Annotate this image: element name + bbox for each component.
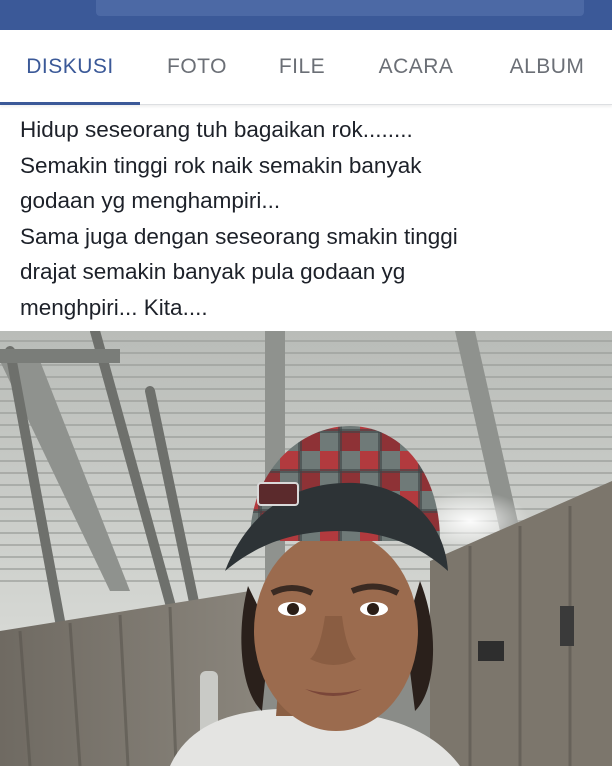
post-line: Sama juga dengan seseorang smakin tinggi bbox=[20, 223, 458, 249]
search-bar[interactable] bbox=[96, 0, 584, 16]
post-line: menghpiri... Kita.... bbox=[20, 294, 208, 320]
tab-diskusi[interactable]: DISKUSI bbox=[0, 30, 140, 105]
tab-acara[interactable]: ACARA bbox=[350, 30, 482, 104]
tab-album-label: ALBUM bbox=[509, 55, 585, 78]
post-line: Semakin tinggi rok naik semakin banyak bbox=[20, 152, 422, 178]
post-photo[interactable] bbox=[0, 331, 612, 766]
group-tab-bar: DISKUSI FOTO FILE ACARA ALBUM bbox=[0, 30, 612, 105]
app-bar bbox=[0, 0, 612, 30]
group-page: DISKUSI FOTO FILE ACARA ALBUM Hidup sese… bbox=[0, 0, 612, 766]
post-line: drajat semakin banyak pula godaan yg bbox=[20, 259, 406, 284]
tab-file-label: FILE bbox=[278, 55, 326, 78]
selfie-photo-illustration bbox=[0, 331, 612, 766]
tab-foto[interactable]: FOTO bbox=[140, 30, 254, 104]
tab-foto-label: FOTO bbox=[167, 55, 227, 78]
post-body-text: Hidup seseorang tuh bagaikan rok........… bbox=[20, 112, 600, 325]
active-tab-indicator bbox=[0, 102, 140, 105]
tab-file[interactable]: FILE bbox=[254, 30, 350, 104]
tab-diskusi-label: DISKUSI bbox=[26, 55, 114, 78]
tab-album[interactable]: ALBUM bbox=[482, 30, 612, 104]
tab-acara-label: ACARA bbox=[378, 55, 454, 78]
post-line: Hidup seseorang tuh bagaikan rok........ bbox=[20, 117, 413, 142]
post-line: godaan yg menghampiri... bbox=[20, 188, 281, 213]
